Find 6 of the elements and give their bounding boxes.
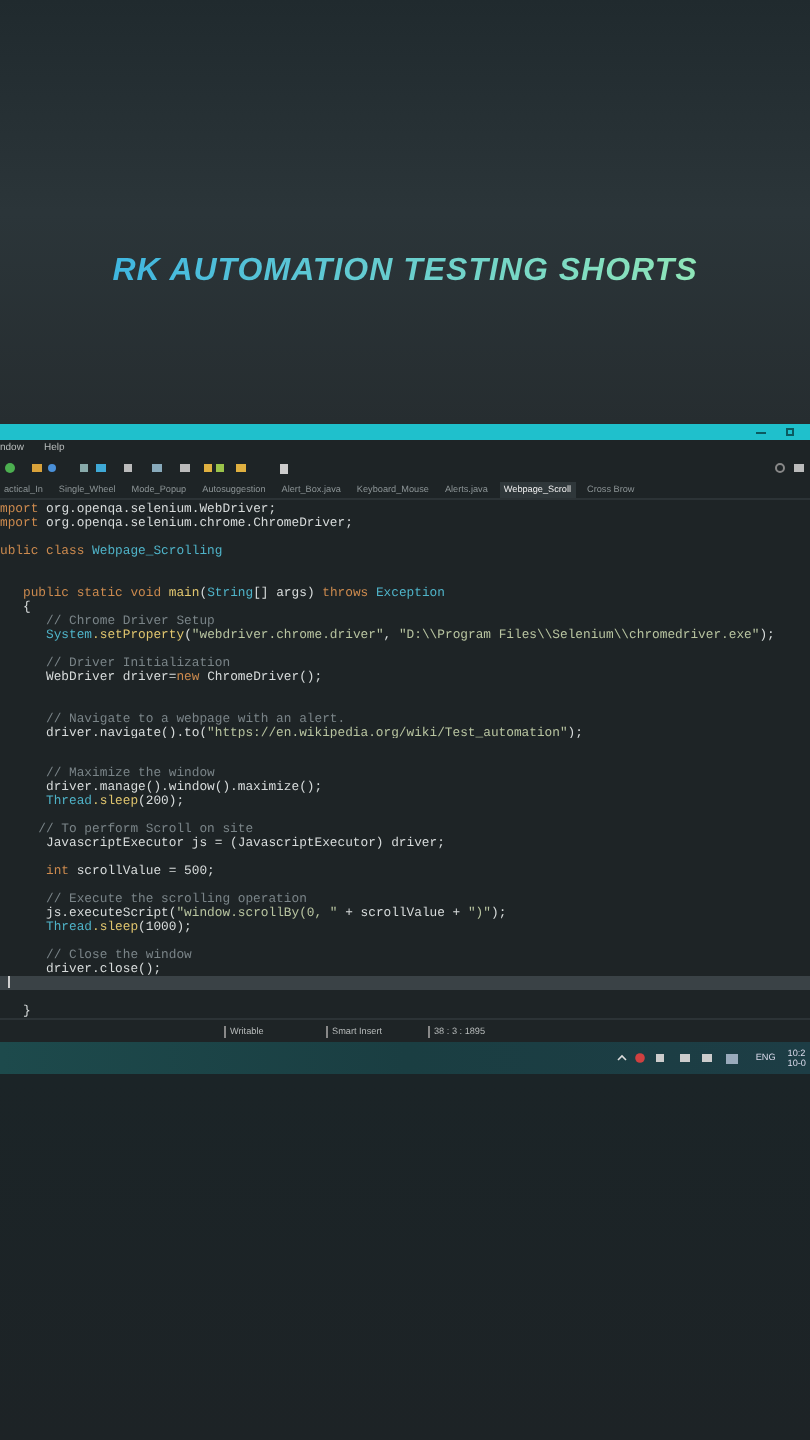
tray-icons-drawing[interactable] bbox=[615, 1052, 744, 1064]
toolbar-icons-drawing[interactable] bbox=[4, 462, 294, 474]
text-cursor bbox=[8, 976, 10, 989]
perspective-icons-drawing[interactable] bbox=[774, 462, 806, 474]
maximize-icon[interactable] bbox=[786, 428, 794, 436]
minimize-icon[interactable] bbox=[756, 431, 766, 433]
